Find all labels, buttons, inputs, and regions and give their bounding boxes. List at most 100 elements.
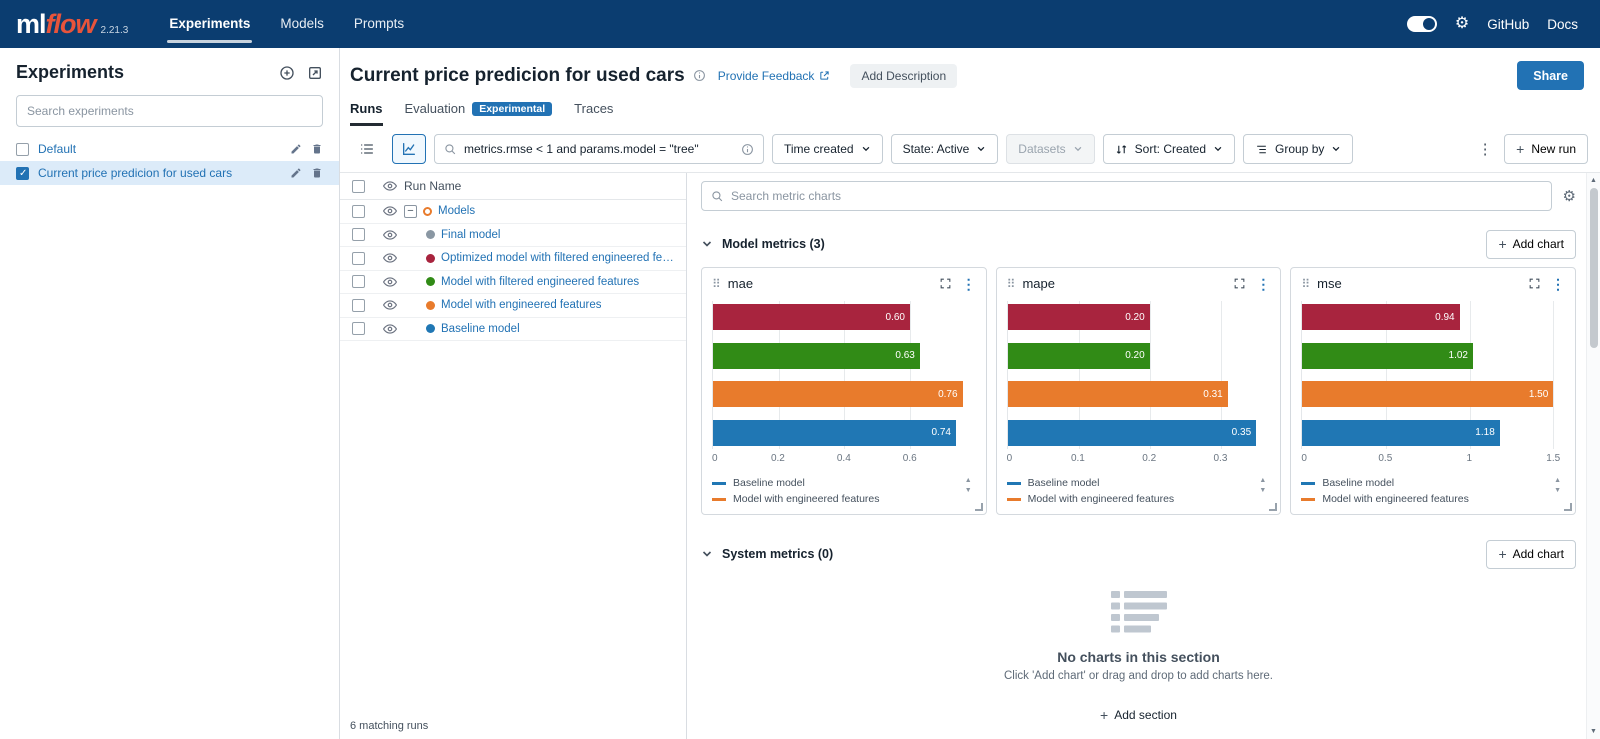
scrollbar-thumb[interactable]	[1590, 188, 1598, 348]
bar[interactable]: 0.60	[713, 304, 910, 330]
toolbar-more-icon[interactable]: ⋮	[1474, 134, 1496, 164]
bar[interactable]: 0.76	[713, 381, 963, 407]
legend-item[interactable]: Baseline model	[1007, 476, 1251, 490]
visibility-toggle-icon[interactable]	[376, 322, 404, 336]
tab-evaluation[interactable]: Evaluation Experimental	[405, 101, 553, 126]
list-view-button[interactable]	[350, 134, 384, 164]
run-name-link[interactable]: Baseline model	[441, 323, 520, 335]
legend-scroll-arrows[interactable]: ▲▼	[1259, 477, 1266, 494]
nav-tab-prompts[interactable]: Prompts	[339, 0, 419, 48]
visibility-toggle-icon[interactable]	[376, 204, 404, 218]
bar[interactable]: 0.94	[1302, 304, 1459, 330]
run-checkbox[interactable]	[352, 252, 365, 265]
nav-tab-experiments[interactable]: Experiments	[154, 0, 265, 48]
run-checkbox[interactable]	[352, 228, 365, 241]
chart-menu-icon[interactable]: ⋮	[1551, 277, 1565, 291]
delete-experiment-icon[interactable]	[311, 143, 323, 155]
bar[interactable]: 1.18	[1302, 420, 1499, 446]
delete-experiment-icon[interactable]	[311, 167, 323, 179]
bar[interactable]: 1.02	[1302, 343, 1473, 369]
add-section-button[interactable]: + Add section	[701, 708, 1576, 722]
bar[interactable]: 0.20	[1008, 343, 1150, 369]
experiment-search-input[interactable]	[16, 95, 323, 127]
bar[interactable]: 1.50	[1302, 381, 1553, 407]
run-group-row[interactable]: − Models	[340, 200, 686, 224]
bar[interactable]: 0.74	[713, 420, 956, 446]
tab-traces[interactable]: Traces	[574, 101, 613, 126]
run-group-name[interactable]: Models	[438, 205, 475, 217]
run-name-link[interactable]: Final model	[441, 229, 500, 241]
chart-settings-gear-icon[interactable]: ⚙	[1563, 189, 1576, 204]
bar[interactable]: 0.20	[1008, 304, 1150, 330]
chevron-down-icon[interactable]	[701, 548, 713, 560]
expand-chart-icon[interactable]	[1233, 277, 1246, 290]
run-row[interactable]: Model with engineered features	[340, 294, 686, 318]
legend-item[interactable]: Model with engineered features	[1301, 492, 1545, 506]
settings-gear-icon[interactable]: ⚙	[1455, 16, 1469, 32]
provide-feedback-link[interactable]: Provide Feedback	[718, 69, 831, 83]
collapse-group-icon[interactable]: −	[404, 205, 417, 218]
run-name-column-header[interactable]: Run Name	[404, 179, 686, 193]
chart-menu-icon[interactable]: ⋮	[1256, 277, 1270, 291]
scroll-down-icon[interactable]: ▼	[965, 487, 972, 494]
visibility-toggle-icon[interactable]	[376, 298, 404, 312]
run-row[interactable]: Optimized model with filtered engineered…	[340, 247, 686, 271]
theme-toggle[interactable]	[1407, 16, 1437, 32]
experiment-list-item[interactable]: Current price predicion for used cars	[0, 161, 339, 185]
nav-tab-models[interactable]: Models	[265, 0, 339, 48]
drag-handle-icon[interactable]: ⠿	[1301, 278, 1310, 290]
visibility-all-icon[interactable]	[376, 179, 404, 193]
expand-chart-icon[interactable]	[1528, 277, 1541, 290]
open-experiment-icon[interactable]	[307, 65, 323, 81]
edit-experiment-icon[interactable]	[290, 143, 302, 155]
bar[interactable]: 0.35	[1008, 420, 1256, 446]
experiment-info-icon[interactable]	[693, 69, 706, 82]
tab-runs[interactable]: Runs	[350, 101, 383, 126]
experiment-name[interactable]: Current price predicion for used cars	[38, 166, 281, 180]
run-name-link[interactable]: Model with engineered features	[441, 299, 601, 311]
run-checkbox[interactable]	[352, 299, 365, 312]
resize-handle[interactable]	[975, 503, 983, 511]
run-checkbox[interactable]	[352, 205, 365, 218]
experiment-checkbox[interactable]	[16, 167, 29, 180]
experiment-name[interactable]: Default	[38, 142, 281, 156]
scroll-up-icon[interactable]: ▲	[1259, 477, 1266, 484]
chart-menu-icon[interactable]: ⋮	[962, 277, 976, 291]
experiment-list-item[interactable]: Default	[0, 137, 339, 161]
legend-scroll-arrows[interactable]: ▲▼	[1554, 477, 1561, 494]
filter-group-by[interactable]: Group by	[1243, 134, 1353, 164]
new-run-button[interactable]: + New run	[1504, 134, 1588, 164]
scroll-up-icon[interactable]: ▲	[965, 477, 972, 484]
resize-handle[interactable]	[1269, 503, 1277, 511]
run-row[interactable]: Baseline model	[340, 318, 686, 342]
legend-scroll-arrows[interactable]: ▲▼	[965, 477, 972, 494]
scroll-up-icon[interactable]: ▲	[1554, 477, 1561, 484]
vertical-scrollbar[interactable]: ▲ ▼	[1586, 173, 1600, 739]
visibility-toggle-icon[interactable]	[376, 228, 404, 242]
scroll-down-icon[interactable]: ▼	[1259, 487, 1266, 494]
legend-item[interactable]: Baseline model	[712, 476, 956, 490]
scroll-down-icon[interactable]: ▼	[1554, 487, 1561, 494]
run-checkbox[interactable]	[352, 275, 365, 288]
query-info-icon[interactable]	[741, 143, 754, 156]
visibility-toggle-icon[interactable]	[376, 251, 404, 265]
filter-state-active[interactable]: State: Active	[891, 134, 999, 164]
chevron-down-icon[interactable]	[701, 238, 713, 250]
run-name-link[interactable]: Model with filtered engineered features	[441, 276, 639, 288]
legend-item[interactable]: Model with engineered features	[1007, 492, 1251, 506]
legend-item[interactable]: Model with engineered features	[712, 492, 956, 506]
nav-link-docs[interactable]: Docs	[1547, 17, 1578, 32]
resize-handle[interactable]	[1564, 503, 1572, 511]
select-all-checkbox[interactable]	[352, 180, 365, 193]
expand-chart-icon[interactable]	[939, 277, 952, 290]
new-experiment-icon[interactable]	[279, 65, 295, 81]
add-chart-button[interactable]: + Add chart	[1486, 230, 1576, 259]
filter-time-created[interactable]: Time created	[772, 134, 883, 164]
runs-search-input[interactable]	[464, 142, 734, 156]
mlflow-logo[interactable]: mlflow 2.21.3	[16, 9, 128, 40]
nav-link-github[interactable]: GitHub	[1487, 17, 1529, 32]
bar[interactable]: 0.31	[1008, 381, 1228, 407]
legend-item[interactable]: Baseline model	[1301, 476, 1545, 490]
add-chart-button-system[interactable]: + Add chart	[1486, 540, 1576, 569]
run-row[interactable]: Final model	[340, 224, 686, 248]
